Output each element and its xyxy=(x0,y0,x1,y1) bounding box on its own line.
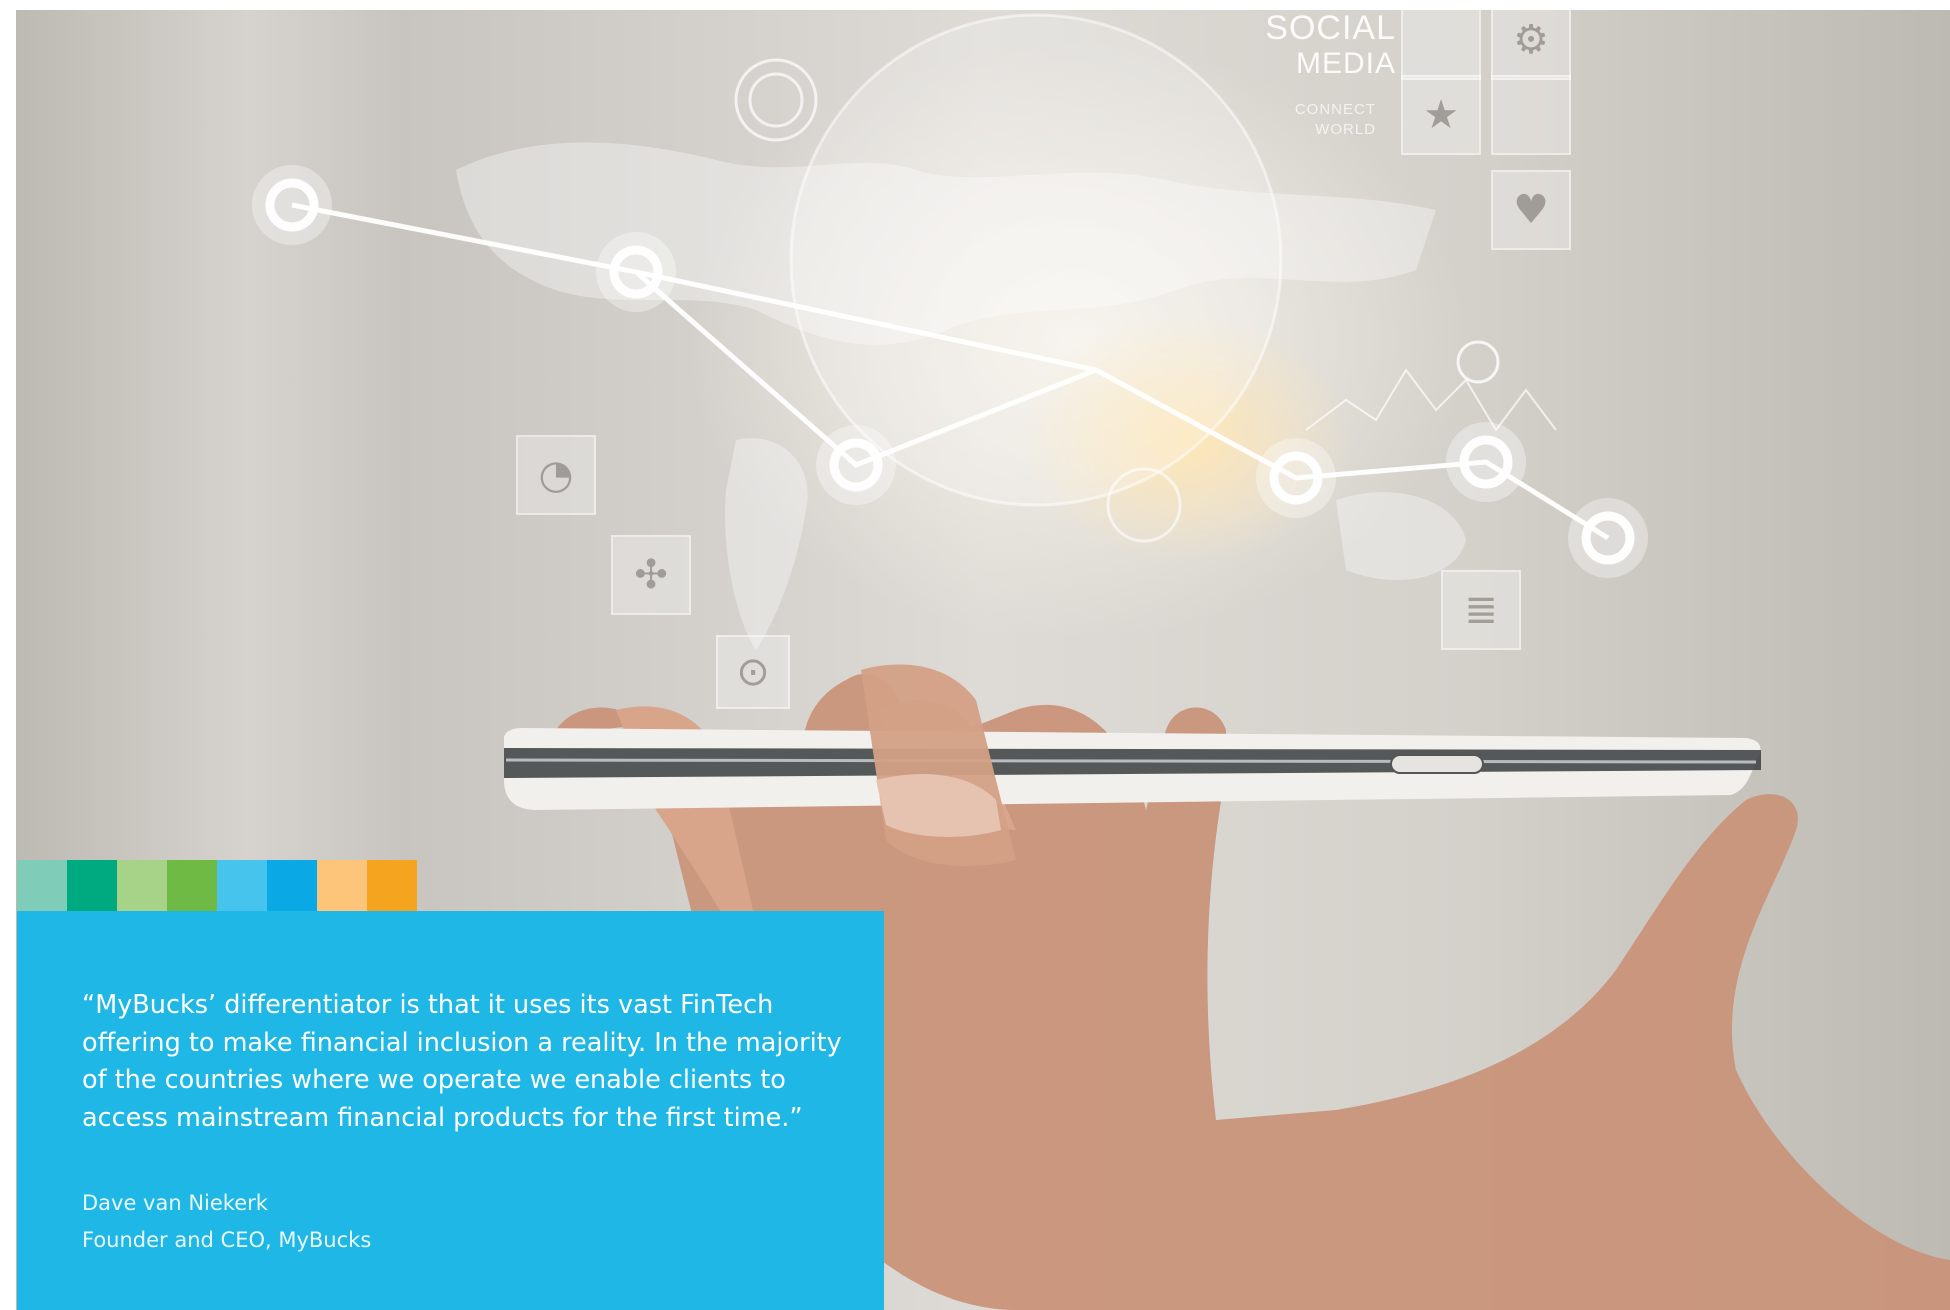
document-icon: ≣ xyxy=(1441,570,1521,650)
pie-chart-icon: ◔ xyxy=(516,435,596,515)
phone-edge xyxy=(505,758,1757,764)
author-name: Dave van Niekerk xyxy=(82,1191,268,1215)
quote-attribution: Dave van Niekerk Founder and CEO, MyBuck… xyxy=(82,1185,844,1259)
swatch xyxy=(217,860,267,911)
heart-icon: ♥ xyxy=(1491,170,1571,250)
download-icon: ⊙ xyxy=(716,635,790,709)
swatch xyxy=(367,860,417,911)
target-ring-icon xyxy=(1456,340,1500,384)
gear-icon: ⚙ xyxy=(1491,10,1571,80)
sparkline xyxy=(1305,368,1557,432)
swatch xyxy=(117,860,167,911)
australia-shape xyxy=(1336,492,1466,580)
swatch xyxy=(67,860,117,911)
quote-text: “MyBucks’ differentiator is that it uses… xyxy=(82,990,842,1133)
south-america-shape xyxy=(725,438,808,650)
social-subtext: CONNECT WORLD xyxy=(1294,101,1376,138)
star-icon: ★ xyxy=(1401,75,1481,155)
phone-home-button xyxy=(1390,754,1484,774)
blank-tile xyxy=(1491,75,1571,155)
swatch xyxy=(267,860,317,911)
target-ring-icon xyxy=(734,58,818,142)
author-title: Founder and CEO, MyBucks xyxy=(82,1228,372,1252)
network-node-halo xyxy=(596,232,676,312)
color-swatch-strip xyxy=(17,860,417,911)
network-node-halo xyxy=(816,425,896,505)
quote-card: “MyBucks’ differentiator is that it uses… xyxy=(17,911,884,1310)
swatch xyxy=(17,860,67,911)
network-node-halo xyxy=(252,165,332,245)
network-node-halo xyxy=(1446,422,1526,502)
social-heading-line1: SOCIAL xyxy=(1265,10,1396,47)
swatch xyxy=(317,860,367,911)
social-heading-line2: MEDIA xyxy=(1295,47,1396,80)
network-node-halo xyxy=(1256,438,1336,518)
target-ring-icon xyxy=(748,72,804,128)
social-media-heading: SOCIAL MEDIA xyxy=(1256,10,1396,82)
swatch xyxy=(167,860,217,911)
network-node-halo xyxy=(1568,498,1648,578)
puzzle-icon: ✣ xyxy=(611,535,691,615)
blank-tile xyxy=(1401,10,1481,80)
